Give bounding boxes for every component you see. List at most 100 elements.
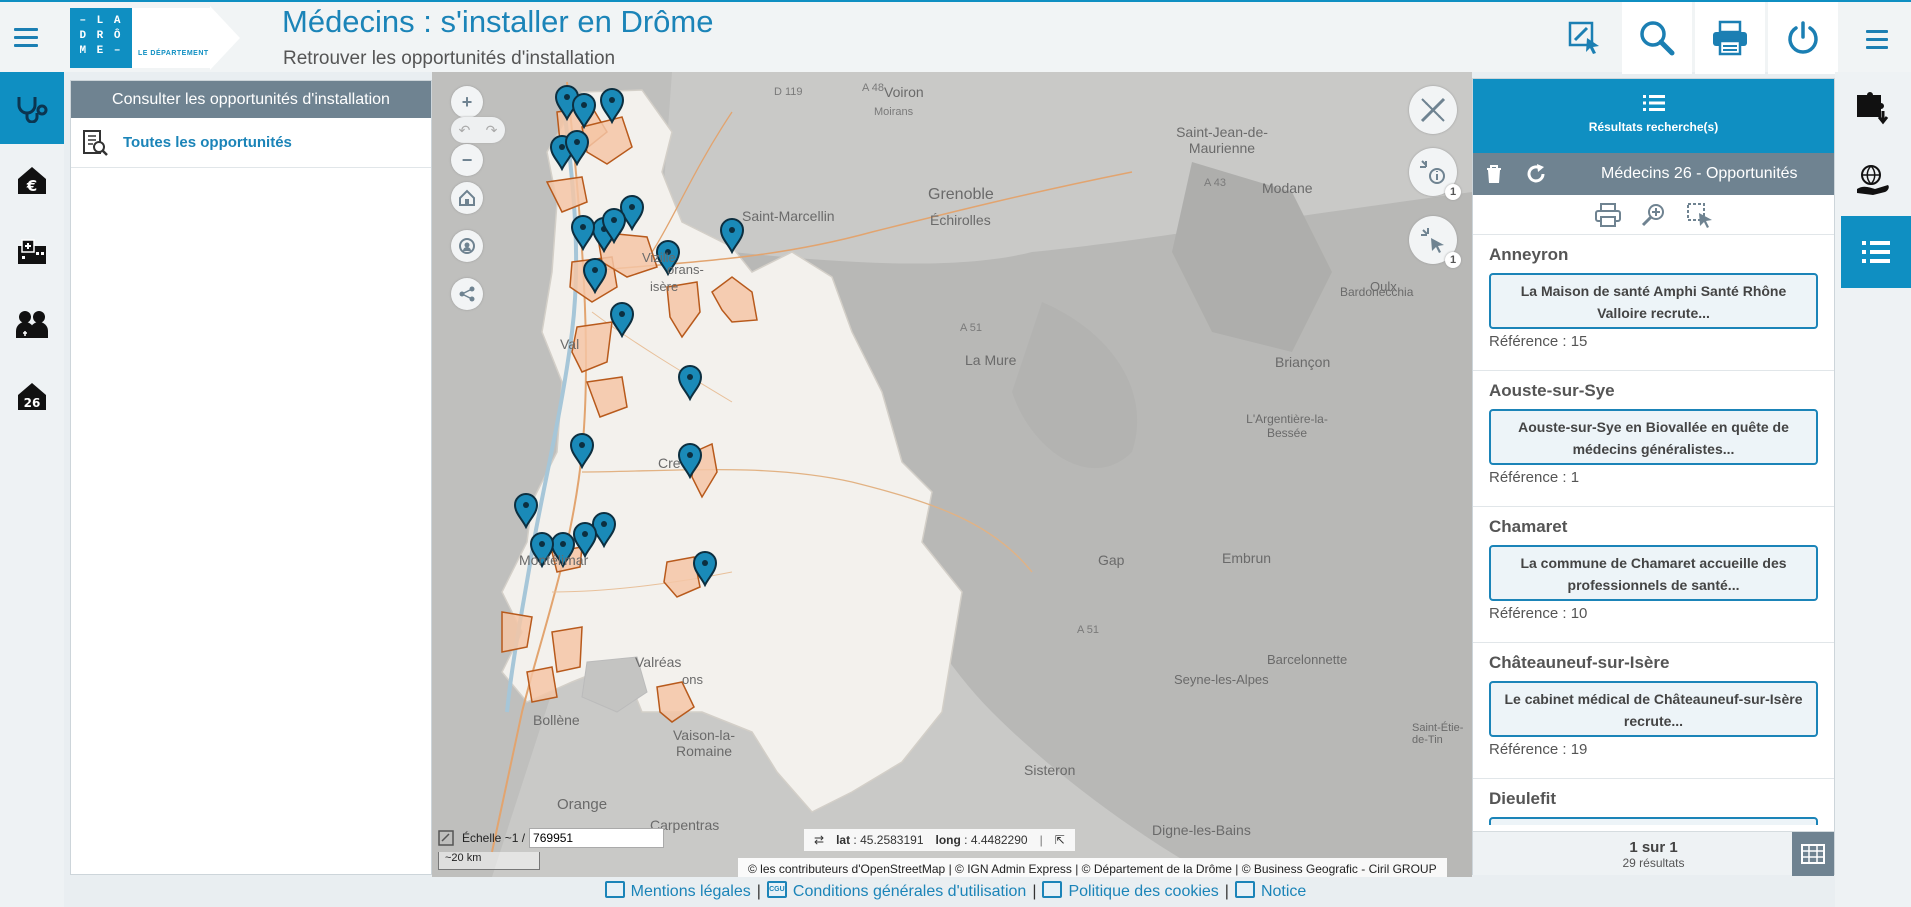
undo-icon[interactable]: ↶	[459, 122, 471, 139]
select-on-map-icon[interactable]	[1686, 202, 1714, 228]
info-tool-button[interactable]: 1	[1409, 148, 1461, 200]
footer-separator: |	[756, 883, 761, 900]
opportunity-marker[interactable]	[591, 512, 617, 549]
drome-logo[interactable]: – L A D R Ô M E – LE DÉPARTEMENT	[70, 6, 265, 70]
map-label: Échirolles	[930, 212, 991, 228]
scale-bar: ~20 km	[438, 852, 540, 870]
coords-swap-icon[interactable]: ⇄	[814, 833, 824, 847]
scale-control: Échelle ~1 /	[438, 828, 665, 848]
footer-separator: |	[1224, 883, 1229, 900]
map-label: Voiron	[884, 84, 924, 100]
opportunity-marker[interactable]	[570, 215, 596, 252]
search-button[interactable]	[1622, 2, 1692, 74]
opportunity-marker[interactable]	[571, 93, 597, 130]
long-value: 4.4482290	[970, 833, 1028, 847]
pagination-label: 1 sur 1	[1629, 839, 1678, 856]
legal-book-icon	[604, 881, 625, 899]
opportunity-marker[interactable]	[569, 433, 595, 470]
zoom-in-button[interactable]: +	[451, 86, 483, 118]
results-toggle-button[interactable]	[1841, 216, 1911, 288]
results-header: Résultats recherche(s)	[1473, 79, 1834, 153]
opportunity-marker[interactable]	[599, 88, 625, 125]
result-item: Châteauneuf-sur-Isère Le cabinet médical…	[1473, 643, 1834, 779]
opportunity-marker[interactable]	[677, 443, 703, 480]
share-button[interactable]	[451, 278, 483, 310]
doctor-theme-button[interactable]	[0, 72, 64, 144]
map-view[interactable]: D 119 A 48 Voiron Moirans Grenoble Échir…	[432, 72, 1472, 877]
logout-button[interactable]	[1768, 2, 1838, 74]
list-icon	[1642, 95, 1665, 111]
euro-house-icon: €	[18, 167, 46, 195]
result-link[interactable]	[1489, 817, 1818, 825]
result-item: Dieulefit	[1473, 779, 1834, 825]
results-count: 29 résultats	[1622, 856, 1685, 870]
result-reference: Référence : 1	[1489, 469, 1580, 486]
print-button[interactable]	[1695, 2, 1765, 74]
map-label: Bollène	[533, 712, 580, 728]
footer-link-legal[interactable]: Mentions légales	[604, 881, 751, 901]
refresh-icon[interactable]	[1525, 163, 1547, 185]
history-nav: ↶ ↷	[451, 117, 505, 143]
main-menu-button[interactable]	[14, 28, 38, 48]
scale-input[interactable]	[529, 828, 665, 848]
info-click-icon	[1420, 160, 1445, 184]
layer-tools-button[interactable]	[1841, 72, 1905, 144]
page-subtitle: Retrouver les opportunités d'installatio…	[283, 48, 616, 69]
app-header: – L A D R Ô M E – LE DÉPARTEMENT Médecin…	[0, 0, 1911, 74]
measure-tool-button[interactable]	[1409, 86, 1457, 134]
doctors-group-icon	[16, 311, 48, 338]
result-link[interactable]: La Maison de santé Amphi Santé Rhône Val…	[1489, 273, 1818, 329]
basemaps-button[interactable]	[1841, 144, 1905, 216]
map-label: Valréas	[635, 654, 682, 670]
opportunity-marker[interactable]	[677, 365, 703, 402]
opportunity-marker[interactable]	[609, 302, 635, 339]
result-link[interactable]: La commune de Chamaret accueille des pro…	[1489, 545, 1818, 601]
results-list: Anneyron La Maison de santé Amphi Santé …	[1473, 235, 1834, 825]
footer-link-cgu[interactable]: CGU Conditions générales d'utilisation	[766, 881, 1026, 901]
geolocate-button[interactable]	[451, 230, 483, 262]
map-label: Val	[560, 336, 580, 352]
result-commune: Aouste-sur-Sye	[1489, 381, 1615, 400]
professionals-button[interactable]	[0, 288, 64, 360]
map-label: isère	[650, 279, 679, 294]
result-link[interactable]: Aouste-sur-Sye en Biovallée en quête de …	[1489, 409, 1818, 465]
health-facilities-button[interactable]	[0, 216, 64, 288]
results-panel: Résultats recherche(s) Médecins 26 - Opp…	[1472, 78, 1835, 876]
department-button[interactable]: 26	[0, 360, 64, 432]
map-label: Gap	[1098, 552, 1125, 568]
opportunity-marker[interactable]	[513, 493, 539, 530]
financing-button[interactable]: €	[0, 144, 64, 216]
svg-text:26: 26	[24, 396, 41, 410]
printer-icon	[1713, 20, 1747, 56]
home-extent-button[interactable]	[451, 182, 483, 214]
results-pagination: 1 sur 1 29 résultats	[1473, 831, 1834, 876]
opportunity-marker[interactable]	[582, 258, 608, 295]
result-commune: Chamaret	[1489, 517, 1568, 536]
print-results-icon[interactable]	[1594, 202, 1622, 228]
footer-link-notice[interactable]: Notice	[1234, 881, 1306, 901]
map-label: Orange	[557, 796, 608, 813]
opportunity-marker[interactable]	[719, 218, 745, 255]
result-link[interactable]: Le cabinet médical de Châteauneuf-sur-Is…	[1489, 681, 1818, 737]
info-tool-badge: 1	[1445, 184, 1461, 200]
table-view-button[interactable]	[1792, 832, 1834, 876]
trash-icon[interactable]	[1485, 164, 1503, 184]
power-icon	[1788, 21, 1818, 54]
results-list-icon	[1862, 241, 1890, 263]
map-label: D 119	[774, 86, 803, 98]
map-label: A 43	[1204, 177, 1227, 189]
select-tool-button[interactable]: 1	[1409, 216, 1461, 268]
edit-selection-button[interactable]	[1550, 2, 1620, 74]
results-layer-title: Médecins 26 - Opportunités	[1601, 165, 1798, 182]
opportunity-marker[interactable]	[692, 551, 718, 588]
zoom-out-button[interactable]: −	[451, 144, 483, 176]
map-label: Cre	[658, 455, 681, 471]
map-scale-icon	[438, 830, 454, 846]
measure-icon	[1420, 97, 1446, 123]
side-menu-button[interactable]	[1866, 30, 1888, 50]
footer-link-cookies[interactable]: Politique des cookies	[1042, 881, 1219, 901]
zoom-to-results-icon[interactable]	[1640, 202, 1668, 228]
cursor-pick-icon[interactable]: ⇱	[1055, 833, 1065, 847]
theme-item-all-opportunities[interactable]: Toutes les opportunités	[71, 118, 431, 168]
redo-icon[interactable]: ↷	[486, 122, 498, 139]
